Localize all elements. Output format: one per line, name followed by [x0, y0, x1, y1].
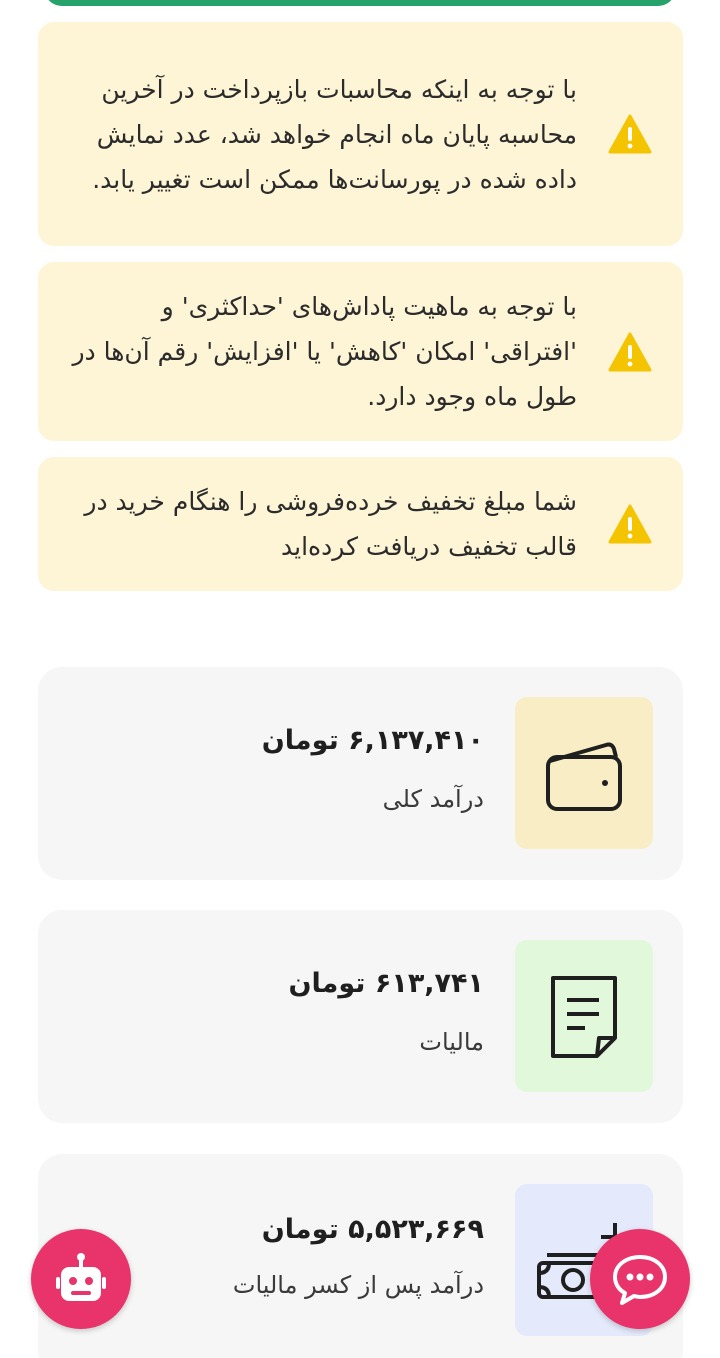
- income-amount: ۶,۱۳۷,۴۱۰ تومان: [261, 725, 484, 756]
- alert-box: با توجه به اینکه محاسبات بازپرداخت در آخ…: [38, 22, 683, 246]
- net-income-card: ۵,۵۲۳,۶۶۹ تومان درآمد پس از کسر مالیات: [38, 1154, 683, 1358]
- alert-text: با توجه به ماهیت پاداش‌های 'حداکثری' و '…: [72, 292, 577, 411]
- warning-icon: [577, 114, 683, 154]
- alert-text: شما مبلغ تخفیف خرده‌فروشی را هنگام خرید …: [84, 487, 577, 561]
- warning-icon: [577, 504, 683, 544]
- tax-label: مالیات: [419, 1028, 484, 1056]
- robot-button[interactable]: [31, 1229, 131, 1329]
- document-icon: [515, 940, 653, 1092]
- top-progress-bar: [44, 0, 676, 6]
- income-card: ۶,۱۳۷,۴۱۰ تومان درآمد کلی: [38, 667, 683, 880]
- tax-amount: ۶۱۳,۷۴۱ تومان: [288, 968, 484, 999]
- chat-button[interactable]: [590, 1229, 690, 1329]
- wallet-icon: [515, 697, 653, 849]
- income-label: درآمد کلی: [382, 785, 484, 813]
- net-label: درآمد پس از کسر مالیات: [232, 1271, 484, 1299]
- chat-icon: [613, 1255, 667, 1305]
- net-amount: ۵,۵۲۳,۶۶۹ تومان: [261, 1214, 484, 1245]
- tax-card: ۶۱۳,۷۴۱ تومان مالیات: [38, 910, 683, 1123]
- alert-text: با توجه به اینکه محاسبات بازپرداخت در آخ…: [92, 74, 577, 194]
- alert-box: با توجه به ماهیت پاداش‌های 'حداکثری' و '…: [38, 262, 683, 441]
- robot-icon: [56, 1253, 106, 1301]
- warning-icon: [577, 332, 683, 372]
- alert-box: شما مبلغ تخفیف خرده‌فروشی را هنگام خرید …: [38, 457, 683, 591]
